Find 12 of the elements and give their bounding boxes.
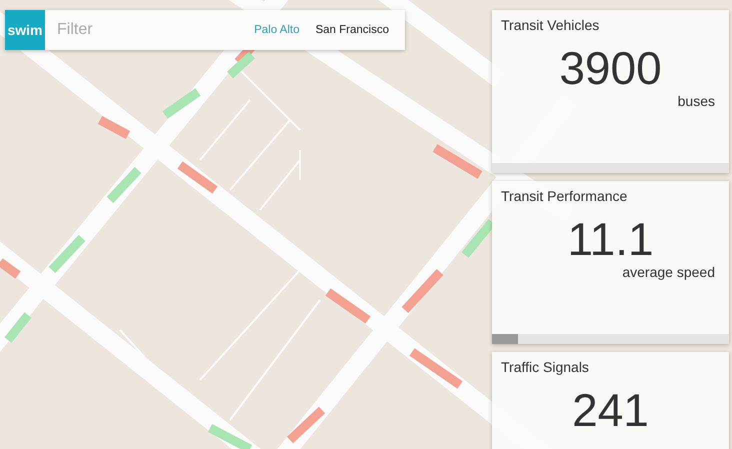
stat-value: 3900 xyxy=(559,45,662,91)
location-link[interactable]: San Francisco xyxy=(315,24,389,36)
filter-field[interactable]: Filter xyxy=(55,20,254,40)
card-title: Transit Vehicles xyxy=(500,16,600,33)
stat-value: 11.1 xyxy=(567,216,654,262)
logo[interactable]: swim xyxy=(5,10,45,50)
stat-unit: average speed xyxy=(622,264,715,280)
location-link[interactable]: Palo Alto xyxy=(254,24,300,36)
stat-unit: buses xyxy=(678,93,715,109)
stat-value: 241 xyxy=(572,387,649,433)
card-title: Transit Performance xyxy=(500,187,628,204)
card-title: Traffic Signals xyxy=(500,358,590,375)
